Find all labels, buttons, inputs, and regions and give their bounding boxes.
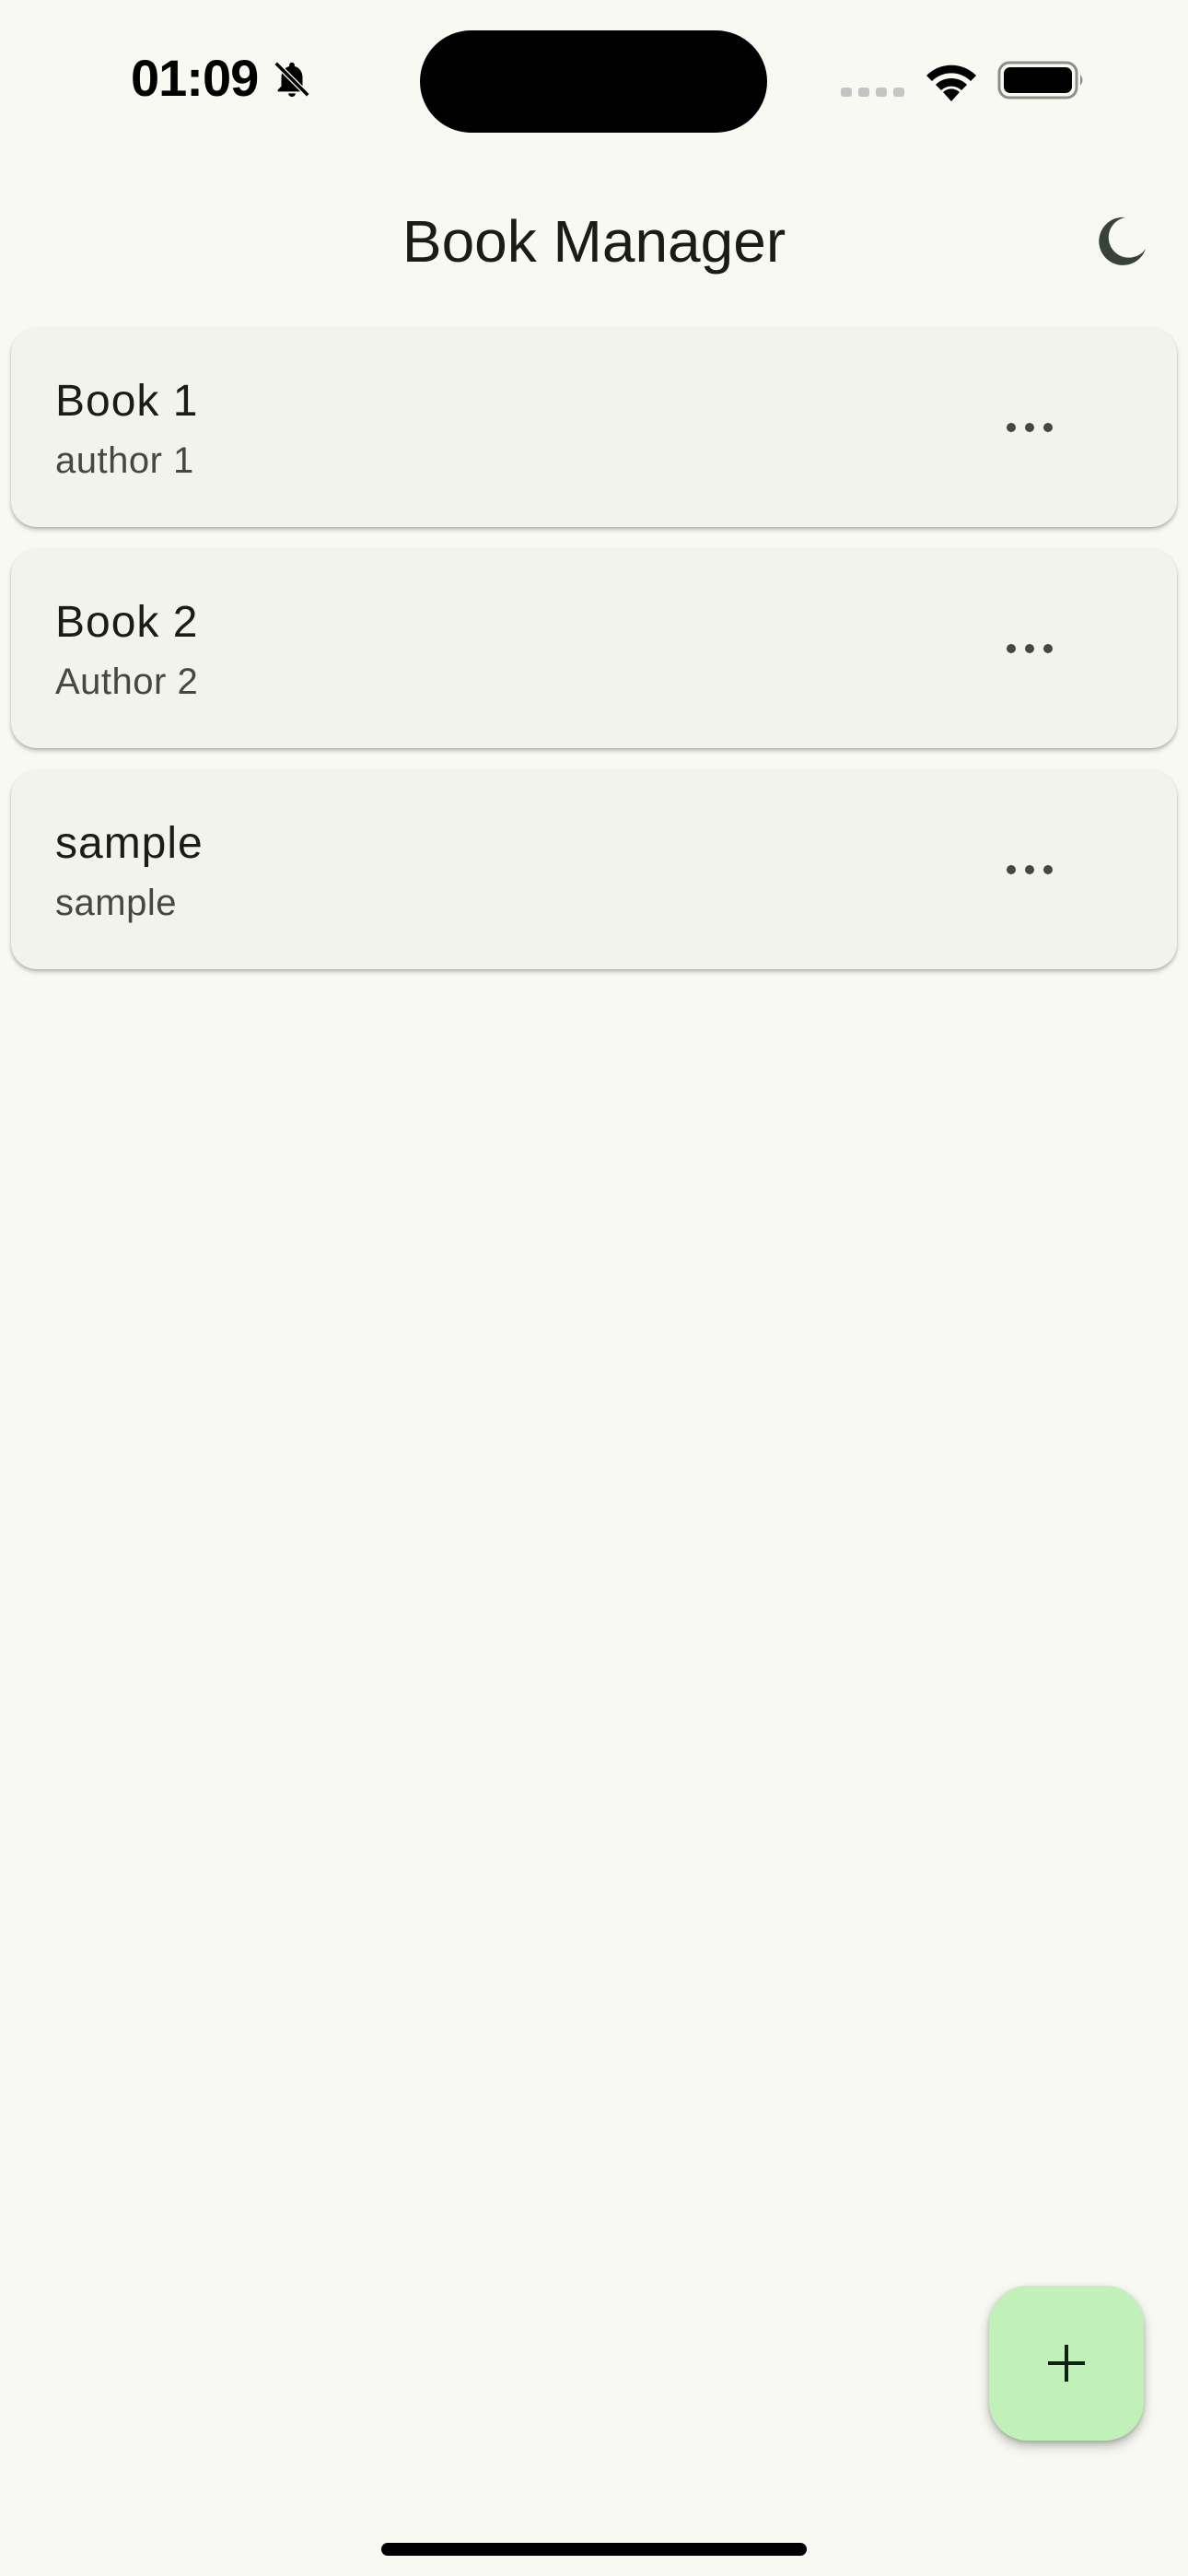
more-horizontal-icon: [1007, 865, 1053, 874]
cellular-signal-icon: [841, 88, 904, 97]
book-title: sample: [55, 819, 204, 868]
moon-icon: [1099, 217, 1146, 265]
screen: 01:09 Book Manager Book 1 author 1 Book …: [0, 0, 1188, 2576]
wifi-icon: [926, 64, 976, 101]
book-author: Author 2: [55, 662, 199, 702]
more-horizontal-icon: [1007, 644, 1053, 653]
plus-icon: [1048, 2345, 1085, 2382]
book-author: sample: [55, 883, 177, 923]
dynamic-island: [420, 30, 767, 133]
book-list: Book 1 author 1 Book 2 Author 2 sample s…: [11, 328, 1177, 991]
book-author: author 1: [55, 440, 194, 481]
book-card[interactable]: Book 2 Author 2: [11, 549, 1177, 748]
book-card[interactable]: Book 1 author 1: [11, 328, 1177, 527]
book-more-button[interactable]: [993, 391, 1066, 464]
status-time: 01:09: [131, 49, 259, 107]
theme-toggle-button[interactable]: [1087, 206, 1157, 276]
battery-icon: [997, 61, 1083, 100]
status-bar: 01:09: [0, 0, 1188, 138]
book-more-button[interactable]: [993, 833, 1066, 907]
home-indicator[interactable]: [381, 2543, 807, 2556]
add-book-button[interactable]: [989, 2286, 1144, 2441]
book-card[interactable]: sample sample: [11, 770, 1177, 969]
more-horizontal-icon: [1007, 423, 1053, 432]
book-more-button[interactable]: [993, 612, 1066, 685]
page-title: Book Manager: [402, 208, 786, 275]
book-title: Book 1: [55, 377, 199, 426]
bell-off-icon: [274, 61, 310, 98]
book-title: Book 2: [55, 598, 199, 647]
